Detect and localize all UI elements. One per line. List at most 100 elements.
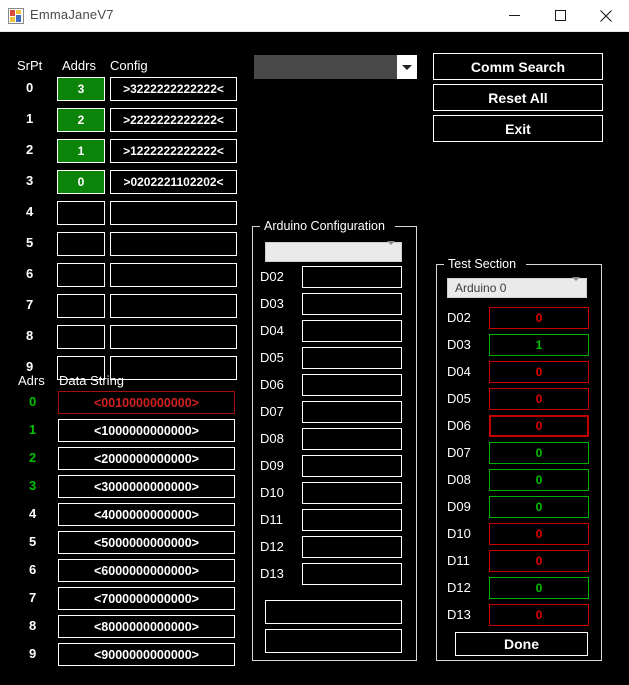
arduino-pin-field[interactable] bbox=[302, 428, 402, 450]
config-field[interactable] bbox=[110, 232, 237, 256]
test-pin-label: D05 bbox=[447, 391, 471, 406]
data-string-field[interactable]: <0010000000000> bbox=[58, 391, 235, 414]
config-field[interactable] bbox=[110, 263, 237, 287]
data-string-field[interactable]: <7000000000000> bbox=[58, 587, 235, 610]
addrs-field[interactable] bbox=[57, 294, 105, 318]
arduino-pin-field[interactable] bbox=[302, 563, 402, 585]
arduino-pin-label: D11 bbox=[260, 512, 283, 527]
arduino-extra-field[interactable] bbox=[265, 629, 402, 653]
addrs-field[interactable]: 2 bbox=[57, 108, 105, 132]
test-pin-field[interactable]: 0 bbox=[489, 469, 589, 491]
chevron-down-icon[interactable] bbox=[387, 241, 395, 259]
srpt-index: 7 bbox=[26, 297, 34, 312]
data-string-field[interactable]: <2000000000000> bbox=[58, 447, 235, 470]
chevron-down-icon[interactable] bbox=[397, 55, 417, 79]
addrs-field[interactable] bbox=[57, 263, 105, 287]
arduino-pin-field[interactable] bbox=[302, 347, 402, 369]
addrs-field[interactable] bbox=[57, 201, 105, 225]
adrs-index: 4 bbox=[29, 506, 37, 521]
minimize-button[interactable] bbox=[491, 0, 537, 31]
test-pin-field[interactable]: 0 bbox=[489, 604, 589, 626]
data-string-field[interactable]: <1000000000000> bbox=[58, 419, 235, 442]
chevron-down-icon[interactable] bbox=[572, 277, 580, 295]
test-pin-field[interactable]: 0 bbox=[489, 523, 589, 545]
srpt-index: 0 bbox=[26, 80, 34, 95]
arduino-extra-field[interactable] bbox=[265, 600, 402, 624]
test-pin-field[interactable]: 0 bbox=[489, 388, 589, 410]
arduino-pin-field[interactable] bbox=[302, 320, 402, 342]
test-pin-field[interactable]: 0 bbox=[489, 442, 589, 464]
arduino-pin-field[interactable] bbox=[302, 401, 402, 423]
arduino-pin-label: D09 bbox=[260, 458, 284, 473]
test-pin-field[interactable]: 0 bbox=[489, 361, 589, 383]
addrs-field[interactable]: 3 bbox=[57, 77, 105, 101]
arduino-pin-field[interactable] bbox=[302, 509, 402, 531]
test-section-combo[interactable]: Arduino 0 bbox=[447, 277, 587, 298]
test-pin-field[interactable]: 0 bbox=[489, 415, 589, 437]
test-pin-field[interactable]: 0 bbox=[489, 307, 589, 329]
arduino-pin-label: D06 bbox=[260, 377, 284, 392]
close-button[interactable] bbox=[583, 0, 629, 31]
header-data-string: Data String bbox=[59, 373, 125, 388]
data-string-field[interactable]: <3000000000000> bbox=[58, 475, 235, 498]
srpt-index: 6 bbox=[26, 266, 34, 281]
srpt-index: 1 bbox=[26, 111, 34, 126]
arduino-pin-label: D04 bbox=[260, 323, 284, 338]
exit-button[interactable]: Exit bbox=[433, 115, 603, 142]
header-srpt: SrPt bbox=[17, 58, 43, 73]
done-button[interactable]: Done bbox=[455, 632, 588, 656]
test-pin-label: D06 bbox=[447, 418, 471, 433]
arduino-pin-label: D05 bbox=[260, 350, 284, 365]
title-bar: EmmaJaneV7 bbox=[0, 0, 629, 32]
test-pin-field[interactable]: 0 bbox=[489, 577, 589, 599]
arduino-pin-field[interactable] bbox=[302, 374, 402, 396]
data-string-field[interactable]: <6000000000000> bbox=[58, 559, 235, 582]
test-pin-field[interactable]: 0 bbox=[489, 550, 589, 572]
adrs-index: 3 bbox=[29, 478, 37, 493]
reset-all-button[interactable]: Reset All bbox=[433, 84, 603, 111]
addrs-field[interactable] bbox=[57, 232, 105, 256]
data-string-field[interactable]: <9000000000000> bbox=[58, 643, 235, 666]
test-pin-label: D10 bbox=[447, 526, 471, 541]
port-select-combo[interactable] bbox=[254, 55, 417, 79]
config-field[interactable] bbox=[110, 356, 237, 380]
test-pin-label: D08 bbox=[447, 472, 471, 487]
test-pin-field[interactable]: 1 bbox=[489, 334, 589, 356]
config-field[interactable]: >3222222222222< bbox=[110, 77, 237, 101]
addrs-field[interactable]: 0 bbox=[57, 170, 105, 194]
test-section-combo-value: Arduino 0 bbox=[455, 281, 507, 295]
test-pin-label: D12 bbox=[447, 580, 471, 595]
data-string-field[interactable]: <5000000000000> bbox=[58, 531, 235, 554]
data-string-field[interactable]: <4000000000000> bbox=[58, 503, 235, 526]
data-string-field[interactable]: <8000000000000> bbox=[58, 615, 235, 638]
arduino-pin-label: D02 bbox=[260, 269, 284, 284]
test-pin-label: D11 bbox=[447, 553, 470, 568]
comm-search-button[interactable]: Comm Search bbox=[433, 53, 603, 80]
header-config: Config bbox=[110, 58, 148, 73]
test-pin-field[interactable]: 0 bbox=[489, 496, 589, 518]
maximize-button[interactable] bbox=[537, 0, 583, 31]
config-field[interactable]: >2222222222222< bbox=[110, 108, 237, 132]
arduino-pin-field[interactable] bbox=[302, 482, 402, 504]
adrs-index: 2 bbox=[29, 450, 37, 465]
srpt-index: 9 bbox=[26, 359, 34, 374]
config-field[interactable] bbox=[110, 294, 237, 318]
arduino-pin-field[interactable] bbox=[302, 536, 402, 558]
arduino-pin-field[interactable] bbox=[302, 293, 402, 315]
config-field[interactable]: >1222222222222< bbox=[110, 139, 237, 163]
header-adrs: Adrs bbox=[18, 373, 45, 388]
arduino-config-combo[interactable] bbox=[265, 241, 402, 262]
addrs-field[interactable]: 1 bbox=[57, 139, 105, 163]
arduino-pin-field[interactable] bbox=[302, 455, 402, 477]
test-pin-label: D02 bbox=[447, 310, 471, 325]
adrs-index: 5 bbox=[29, 534, 37, 549]
srpt-index: 4 bbox=[26, 204, 34, 219]
config-field[interactable] bbox=[110, 201, 237, 225]
addrs-field[interactable] bbox=[57, 325, 105, 349]
test-section-group: Test Section Arduino 0 D02 0 D03 1 D04 0 D05 0 D… bbox=[436, 256, 602, 661]
config-field[interactable]: >0202221102202< bbox=[110, 170, 237, 194]
adrs-index: 1 bbox=[29, 422, 37, 437]
srpt-index: 8 bbox=[26, 328, 34, 343]
config-field[interactable] bbox=[110, 325, 237, 349]
arduino-pin-field[interactable] bbox=[302, 266, 402, 288]
